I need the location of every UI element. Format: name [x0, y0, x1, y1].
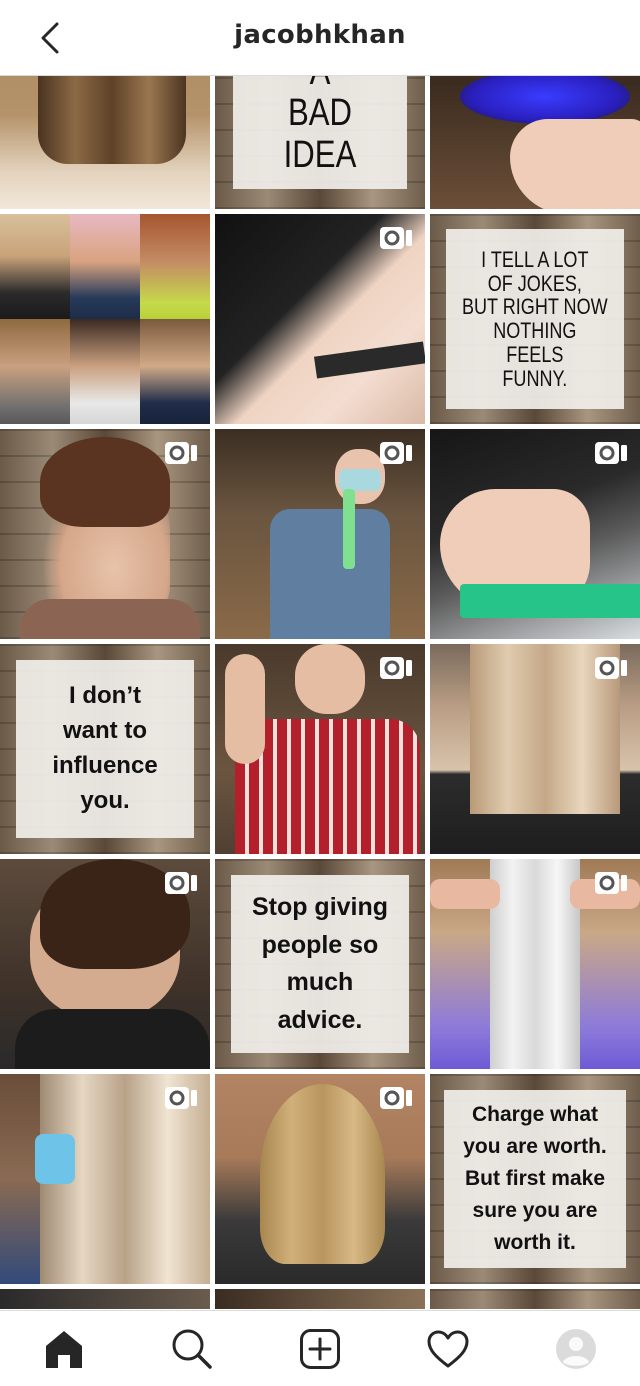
post-video-stylist-scissors[interactable]	[215, 644, 425, 854]
quote-line: advice.	[277, 1005, 363, 1034]
video-camera-icon	[379, 441, 413, 465]
quote-line: FUNNY.	[502, 365, 568, 391]
activity-heart-icon	[427, 1330, 469, 1367]
quote-line: OF JOKES,	[487, 270, 583, 296]
post-quote-influence[interactable]: I don’t want to influence you.	[0, 644, 210, 854]
video-camera-icon	[164, 871, 198, 895]
tab-search[interactable]	[160, 1317, 224, 1381]
video-camera-icon	[164, 1086, 198, 1110]
quote-line: FEELS	[506, 341, 564, 367]
quote-panel: A BAD IDEA	[233, 76, 407, 189]
post-video-long-blonde-masked[interactable]	[0, 1074, 210, 1284]
home-icon	[46, 1330, 82, 1368]
quote-panel: Stop giving people so much advice.	[231, 875, 409, 1053]
quote-line: Stop giving	[251, 893, 389, 921]
quote-line: But first make	[464, 1167, 606, 1191]
quote-line: I don’t	[69, 682, 141, 710]
post-quote-advice[interactable]: Stop giving people so much advice.	[215, 859, 425, 1069]
post-quote-bad-idea[interactable]: A BAD IDEA	[215, 76, 425, 209]
post-video-black-hair-comb-cut[interactable]	[215, 214, 425, 424]
post-video-selfie-bangs[interactable]	[0, 859, 210, 1069]
post-video-green-comb[interactable]	[430, 429, 640, 639]
quote-line: I TELL A LOT	[481, 246, 589, 272]
quote-panel: I TELL A LOT OF JOKES, BUT RIGHT NOW NOT…	[446, 229, 624, 409]
post-celebrity-haircut-collage[interactable]	[0, 214, 210, 424]
tab-home[interactable]	[32, 1317, 96, 1381]
tab-activity[interactable]	[416, 1317, 480, 1381]
post-bob-back-view[interactable]	[0, 76, 210, 209]
quote-line: much	[286, 968, 354, 996]
post-quote-jokes[interactable]: I TELL A LOT OF JOKES, BUT RIGHT NOW NOT…	[430, 214, 640, 424]
video-camera-icon	[594, 441, 628, 465]
video-camera-icon	[594, 656, 628, 680]
post-video-golden-bob-mannequin[interactable]	[215, 1074, 425, 1284]
quote-line: BUT RIGHT NOW	[462, 294, 608, 320]
post-purple-toner-bowl[interactable]	[430, 76, 640, 209]
video-camera-icon	[164, 441, 198, 465]
post-partial[interactable]	[215, 1289, 425, 1309]
quote-line: BAD IDEA	[283, 92, 357, 176]
profile-username-title: jacobhkhan	[234, 20, 406, 50]
posts-grid: A BAD IDEA I TELL A LOT OF JOKES, BUT RI…	[0, 76, 640, 1310]
search-icon	[172, 1329, 212, 1369]
new-post-icon	[300, 1328, 340, 1369]
profile-avatar-icon	[556, 1328, 596, 1369]
top-bar: jacobhkhan	[0, 0, 640, 76]
post-video-blonde-bob-scissors[interactable]	[430, 644, 640, 854]
quote-line: NOTHING	[493, 318, 577, 343]
tab-profile[interactable]	[544, 1317, 608, 1381]
quote-line: people so	[261, 930, 379, 959]
quote-line: want to	[62, 717, 147, 745]
quote-line: Charge what	[471, 1103, 599, 1127]
post-partial[interactable]	[0, 1289, 210, 1309]
quote-line: you.	[80, 786, 130, 814]
bottom-tab-bar	[0, 1310, 640, 1386]
tab-new-post[interactable]	[288, 1317, 352, 1381]
quote-line: worth it.	[494, 1230, 576, 1254]
video-camera-icon	[379, 1086, 413, 1110]
quote-line: sure you are	[472, 1198, 598, 1222]
video-camera-icon	[379, 226, 413, 250]
quote-line: influence	[52, 752, 158, 779]
post-video-platinum-toning[interactable]	[430, 859, 640, 1069]
post-partial[interactable]	[430, 1289, 640, 1309]
quote-line: A	[249, 76, 392, 93]
post-video-pixie-cut[interactable]	[0, 429, 210, 639]
quote-line: you are worth.	[463, 1135, 607, 1159]
video-camera-icon	[594, 871, 628, 895]
video-camera-icon	[379, 656, 413, 680]
quote-panel: Charge what you are worth. But first mak…	[444, 1090, 626, 1268]
post-video-stylist-masked[interactable]	[215, 429, 425, 639]
quote-panel: I don’t want to influence you.	[16, 660, 194, 838]
post-quote-worth[interactable]: Charge what you are worth. But first mak…	[430, 1074, 640, 1284]
